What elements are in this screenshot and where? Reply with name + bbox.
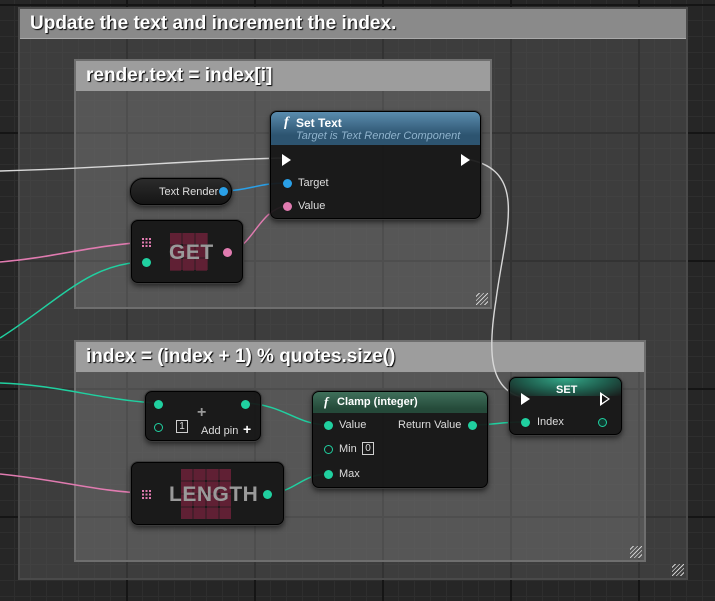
clamp-min-pin[interactable]	[324, 445, 333, 454]
set-text-subtitle: Target is Text Render Component	[296, 130, 461, 142]
set-text-node[interactable]: f Set Text Target is Text Render Compone…	[270, 111, 481, 219]
clamp-return-pin[interactable]	[468, 421, 477, 430]
int-wire-add-input[interactable]	[0, 382, 159, 404]
add-pin-label[interactable]: Add pin	[201, 425, 238, 437]
function-icon: f	[324, 394, 329, 409]
set-index-label: Index	[537, 416, 564, 428]
set-text-title: Set Text	[296, 116, 342, 130]
get-array-node[interactable]: GET	[131, 220, 243, 283]
array-wire-length[interactable]	[0, 473, 146, 494]
wire-layer	[0, 157, 525, 494]
clamp-max-label: Max	[339, 468, 360, 480]
clamp-max-pin[interactable]	[324, 470, 333, 479]
exec-wire-in[interactable]	[0, 157, 285, 172]
array-input-pin[interactable]	[142, 238, 151, 247]
function-icon: f	[284, 115, 289, 130]
text-render-label: Text Render	[159, 186, 219, 198]
clamp-value-pin[interactable]	[324, 421, 333, 430]
add-default-value-field[interactable]: 1	[176, 420, 188, 433]
clamp-min-label: Min	[339, 443, 357, 455]
target-label: Target	[298, 177, 329, 189]
length-node[interactable]: LENGTH	[131, 462, 284, 525]
value-pin[interactable]	[283, 202, 292, 211]
clamp-node[interactable]: f Clamp (integer) Value Return Value Min…	[312, 391, 488, 488]
clamp-title: Clamp (integer)	[337, 396, 418, 408]
text-render-variable-node[interactable]: Text Render	[130, 178, 232, 205]
blueprint-graph[interactable]: Update the text and increment the index.…	[0, 0, 715, 601]
clamp-min-value-field[interactable]: 0	[362, 442, 374, 455]
set-exec-out-pin[interactable]	[600, 392, 610, 406]
set-variable-node[interactable]: SET Index	[509, 377, 622, 435]
array-wire-in[interactable]	[0, 241, 146, 263]
exec-in-pin[interactable]	[282, 154, 291, 166]
text-render-output-pin[interactable]	[219, 187, 228, 196]
clamp-value-label: Value	[339, 419, 367, 431]
set-title: SET	[556, 384, 578, 396]
get-output-pin[interactable]	[223, 248, 232, 257]
add-integer-node[interactable]: 1 + Add pin +	[145, 391, 261, 441]
add-input-a-pin[interactable]	[154, 400, 163, 409]
clamp-return-label: Return Value	[398, 419, 462, 431]
int-wire-get-index[interactable]	[0, 261, 147, 339]
length-label: LENGTH	[169, 483, 259, 506]
length-array-input-pin[interactable]	[142, 490, 151, 499]
value-label: Value	[298, 200, 326, 212]
length-output-pin[interactable]	[263, 490, 272, 499]
target-pin[interactable]	[283, 179, 292, 188]
add-input-b-pin[interactable]	[154, 423, 163, 432]
set-exec-in-pin[interactable]	[521, 393, 530, 405]
add-output-pin[interactable]	[241, 400, 250, 409]
add-pin-plus-icon[interactable]: +	[243, 421, 251, 437]
get-label: GET	[169, 241, 214, 264]
add-plus-icon: +	[197, 404, 207, 421]
set-output-pin[interactable]	[598, 418, 607, 427]
exec-out-pin[interactable]	[461, 154, 470, 166]
get-index-pin[interactable]	[142, 258, 151, 267]
set-index-pin[interactable]	[521, 418, 530, 427]
